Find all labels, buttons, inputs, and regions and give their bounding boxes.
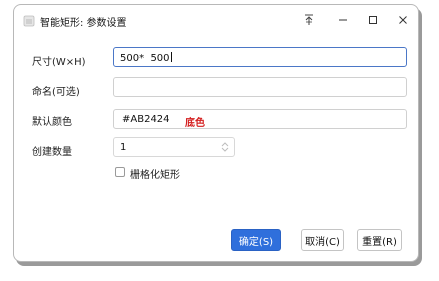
pin-button[interactable] — [299, 11, 319, 29]
maximize-button[interactable] — [363, 11, 383, 29]
color-label: 默认颜色 — [32, 117, 72, 128]
title-bar[interactable]: 智能矩形: 参数设置 — [14, 5, 418, 37]
count-spinbox[interactable]: 1 — [113, 137, 235, 157]
text-caret — [170, 52, 172, 62]
color-name-text: 底色 — [185, 118, 205, 129]
name-label: 命名(可选) — [32, 87, 80, 98]
window-title: 智能矩形: 参数设置 — [40, 18, 127, 29]
close-button[interactable] — [393, 11, 413, 29]
minimize-icon — [339, 19, 347, 21]
cancel-button[interactable]: 取消(C) — [301, 229, 344, 251]
count-value: 1 — [120, 142, 127, 153]
name-input[interactable] — [113, 77, 407, 97]
smart-rectangle-dialog: 智能矩形: 参数设置 尺寸(W×H) 500* 500 命名(可选) 默认颜色 … — [13, 4, 419, 262]
reset-button[interactable]: 重置(R) — [357, 229, 402, 251]
grid-checkbox-label[interactable]: 栅格化矩形 — [130, 166, 180, 181]
app-icon — [23, 15, 35, 27]
confirm-button[interactable]: 确定(S) — [231, 229, 281, 251]
close-icon — [399, 16, 407, 24]
grid-checkbox[interactable] — [115, 167, 125, 177]
color-input[interactable]: #AB2424 底色 — [113, 109, 407, 129]
pin-icon — [305, 14, 313, 25]
minimize-button[interactable] — [333, 11, 353, 29]
color-hex-value: #AB2424 — [122, 114, 170, 125]
size-input[interactable]: 500* 500 — [113, 47, 407, 67]
maximize-icon — [369, 16, 377, 24]
spin-arrows-icon[interactable] — [221, 141, 229, 153]
size-label: 尺寸(W×H) — [32, 57, 86, 68]
size-value: 500* 500 — [120, 52, 172, 64]
count-label: 创建数量 — [32, 147, 72, 158]
